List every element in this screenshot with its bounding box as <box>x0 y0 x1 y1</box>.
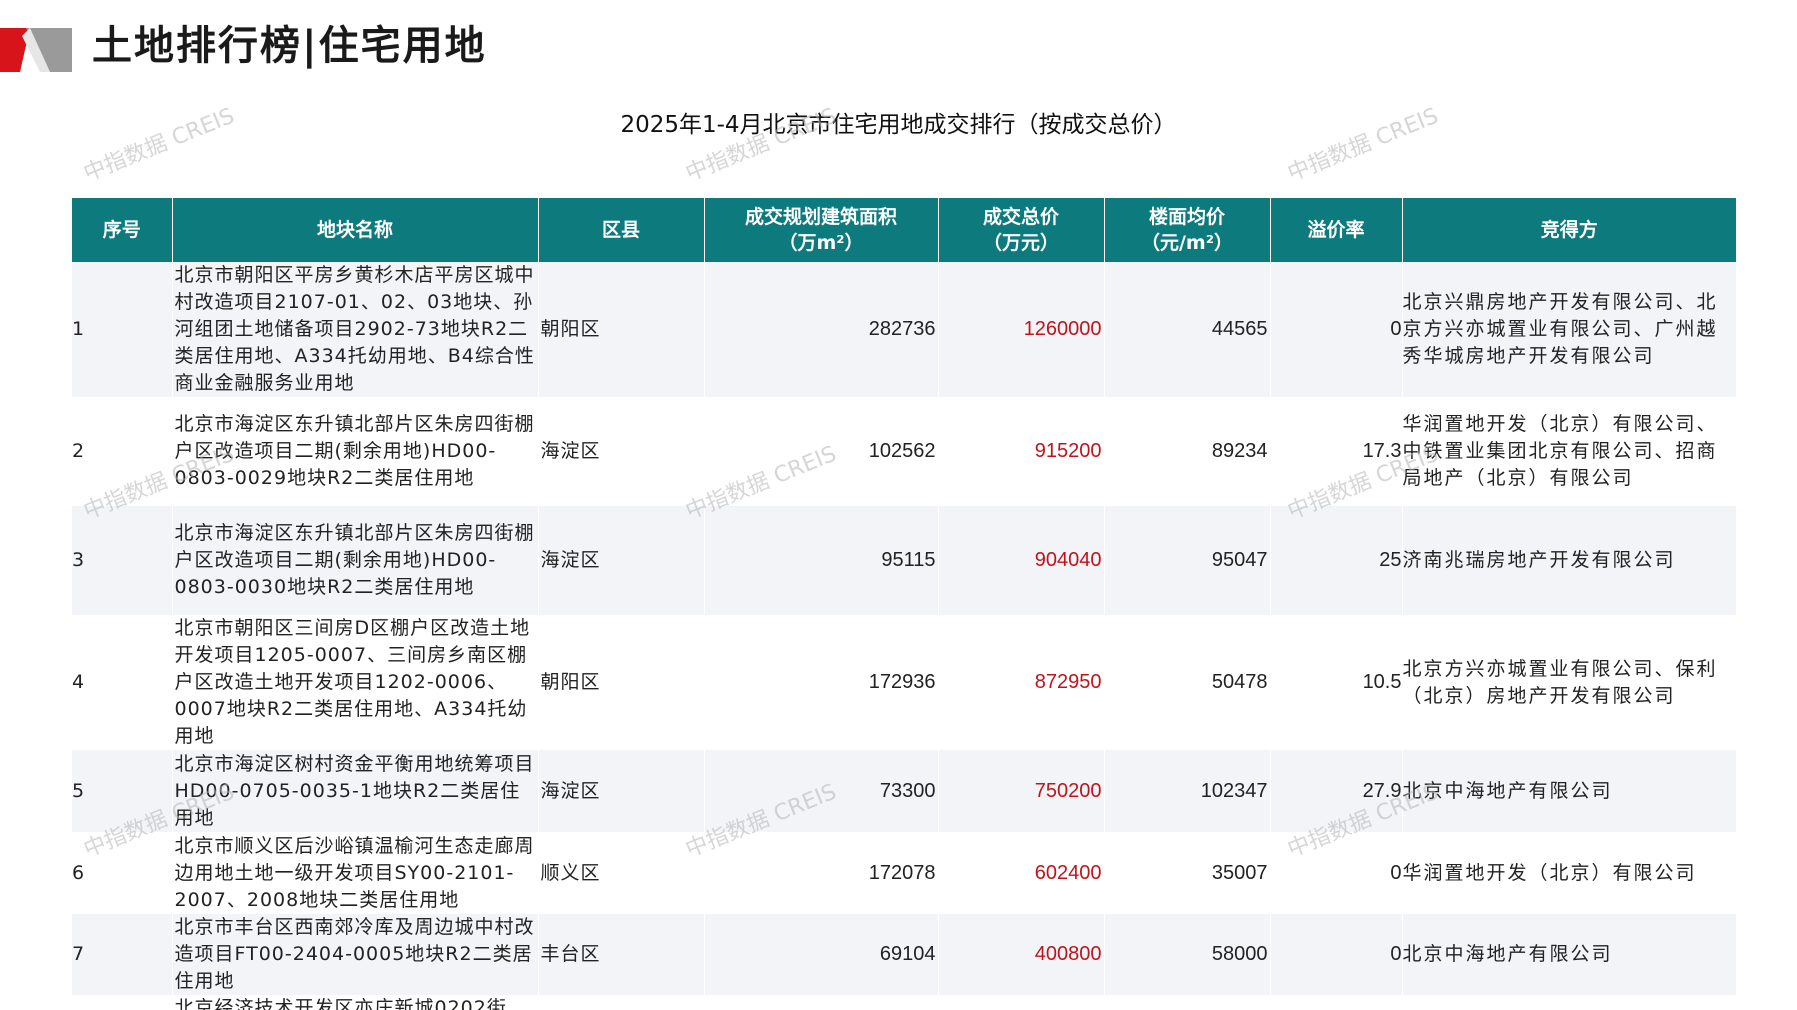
cell-parcel-name: 北京市海淀区树村资金平衡用地统筹项目HD00-0705-0035-1地块R2二类… <box>172 750 539 832</box>
cell-unit-price: 50478 <box>1104 615 1271 750</box>
cell-index: 5 <box>72 750 173 832</box>
cell-unit-price: 35007 <box>1104 832 1271 914</box>
cell-premium-rate: 0 <box>1270 914 1403 995</box>
header-district: 区县 <box>538 198 705 262</box>
table-row: 北京经济技术开发区亦庄新城0202街 <box>72 995 1736 1010</box>
table-row: 5 北京市海淀区树村资金平衡用地统筹项目HD00-0705-0035-1地块R2… <box>72 750 1736 832</box>
cell-unit-price: 44565 <box>1104 262 1271 397</box>
cell-premium-rate: 0 <box>1270 262 1403 397</box>
cell-premium-rate: 0 <box>1270 832 1403 914</box>
cell-total-price: 904040 <box>938 506 1105 615</box>
header-premium-rate: 溢价率 <box>1270 198 1403 262</box>
table-row: 4 北京市朝阳区三间房D区棚户区改造土地开发项目1205-0007、三间房乡南区… <box>72 615 1736 750</box>
cell-district: 朝阳区 <box>538 262 705 397</box>
cell-winner: 北京兴鼎房地产开发有限公司、北京方兴亦城置业有限公司、广州越秀华城房地产开发有限… <box>1402 262 1736 397</box>
cell-unit-price: 102347 <box>1104 750 1271 832</box>
header-parcel-name: 地块名称 <box>172 198 539 262</box>
cell-parcel-name: 北京市丰台区西南郊冷库及周边城中村改造项目FT00-2404-0005地块R2二… <box>172 914 539 995</box>
cell-district: 海淀区 <box>538 750 705 832</box>
cell-winner: 北京方兴亦城置业有限公司、保利（北京）房地产开发有限公司 <box>1402 615 1736 750</box>
cell-total-price: 1260000 <box>938 262 1105 397</box>
cell-winner: 济南兆瑞房地产开发有限公司 <box>1402 506 1736 615</box>
cell-district <box>538 995 705 1010</box>
cell-unit-price: 58000 <box>1104 914 1271 995</box>
table-title: 2025年1-4月北京市住宅用地成交排行（按成交总价） <box>620 112 1177 138</box>
cell-parcel-name: 北京市海淀区东升镇北部片区朱房四街棚户区改造项目二期(剩余用地)HD00-080… <box>172 397 539 506</box>
table-header-row: 序号 地块名称 区县 成交规划建筑面积 （万m²） 成交总价 （万元） 楼面均价 （元… <box>72 198 1736 262</box>
cell-winner: 华润置地开发（北京）有限公司、中铁置业集团北京有限公司、招商局地产（北京）有限公… <box>1402 397 1736 506</box>
cell-premium-rate: 27.9 <box>1270 750 1403 832</box>
cell-area: 172936 <box>704 615 939 750</box>
cell-district: 海淀区 <box>538 397 705 506</box>
cell-total-price: 400800 <box>938 914 1105 995</box>
page-title: 土地排行榜|住宅用地 <box>92 23 487 69</box>
cell-index: 4 <box>72 615 173 750</box>
cell-total-price: 915200 <box>938 397 1105 506</box>
cell-winner: 华润置地开发（北京）有限公司 <box>1402 832 1736 914</box>
table-row: 7 北京市丰台区西南郊冷库及周边城中村改造项目FT00-2404-0005地块R… <box>72 914 1736 995</box>
cell-winner: 北京中海地产有限公司 <box>1402 914 1736 995</box>
cell-index <box>72 995 173 1010</box>
cell-unit-price: 95047 <box>1104 506 1271 615</box>
table-row: 1 北京市朝阳区平房乡黄杉木店平房区城中村改造项目2107-01、02、03地块… <box>72 262 1736 397</box>
ranking-table: 序号 地块名称 区县 成交规划建筑面积 （万m²） 成交总价 （万元） 楼面均价 （元… <box>72 198 1736 1010</box>
cell-winner: 北京中海地产有限公司 <box>1402 750 1736 832</box>
cell-district: 丰台区 <box>538 914 705 995</box>
page-header: 土地排行榜|住宅用地 <box>0 0 1797 90</box>
cell-index: 7 <box>72 914 173 995</box>
cell-winner <box>1402 995 1736 1010</box>
cell-area <box>704 995 939 1010</box>
ranking-table-container: 序号 地块名称 区县 成交规划建筑面积 （万m²） 成交总价 （万元） 楼面均价 （元… <box>72 198 1736 1010</box>
header-total-price: 成交总价 （万元） <box>938 198 1105 262</box>
cell-index: 6 <box>72 832 173 914</box>
corner-badge-icon <box>0 28 72 72</box>
cell-district: 海淀区 <box>538 506 705 615</box>
cell-parcel-name: 北京经济技术开发区亦庄新城0202街 <box>172 995 539 1010</box>
table-row: 2 北京市海淀区东升镇北部片区朱房四街棚户区改造项目二期(剩余用地)HD00-0… <box>72 397 1736 506</box>
cell-area: 172078 <box>704 832 939 914</box>
cell-total-price <box>938 995 1105 1010</box>
cell-district: 顺义区 <box>538 832 705 914</box>
cell-premium-rate <box>1270 995 1403 1010</box>
cell-parcel-name: 北京市朝阳区平房乡黄杉木店平房区城中村改造项目2107-01、02、03地块、孙… <box>172 262 539 397</box>
cell-unit-price: 89234 <box>1104 397 1271 506</box>
cell-index: 3 <box>72 506 173 615</box>
cell-area: 95115 <box>704 506 939 615</box>
header-winner: 竞得方 <box>1402 198 1736 262</box>
cell-unit-price <box>1104 995 1271 1010</box>
cell-index: 1 <box>72 262 173 397</box>
cell-parcel-name: 北京市朝阳区三间房D区棚户区改造土地开发项目1205-0007、三间房乡南区棚户… <box>172 615 539 750</box>
cell-area: 102562 <box>704 397 939 506</box>
cell-index: 2 <box>72 397 173 506</box>
cell-area: 73300 <box>704 750 939 832</box>
cell-total-price: 602400 <box>938 832 1105 914</box>
cell-premium-rate: 10.5 <box>1270 615 1403 750</box>
table-row: 6 北京市顺义区后沙峪镇温榆河生态走廊周边用地土地一级开发项目SY00-2101… <box>72 832 1736 914</box>
cell-total-price: 872950 <box>938 615 1105 750</box>
cell-area: 282736 <box>704 262 939 397</box>
cell-parcel-name: 北京市海淀区东升镇北部片区朱房四街棚户区改造项目二期(剩余用地)HD00-080… <box>172 506 539 615</box>
table-row: 3 北京市海淀区东升镇北部片区朱房四街棚户区改造项目二期(剩余用地)HD00-0… <box>72 506 1736 615</box>
header-index: 序号 <box>72 198 173 262</box>
cell-area: 69104 <box>704 914 939 995</box>
cell-premium-rate: 17.3 <box>1270 397 1403 506</box>
cell-premium-rate: 25 <box>1270 506 1403 615</box>
header-unit-price: 楼面均价 （元/m²） <box>1104 198 1271 262</box>
cell-district: 朝阳区 <box>538 615 705 750</box>
header-area: 成交规划建筑面积 （万m²） <box>704 198 939 262</box>
cell-total-price: 750200 <box>938 750 1105 832</box>
cell-parcel-name: 北京市顺义区后沙峪镇温榆河生态走廊周边用地土地一级开发项目SY00-2101-2… <box>172 832 539 914</box>
